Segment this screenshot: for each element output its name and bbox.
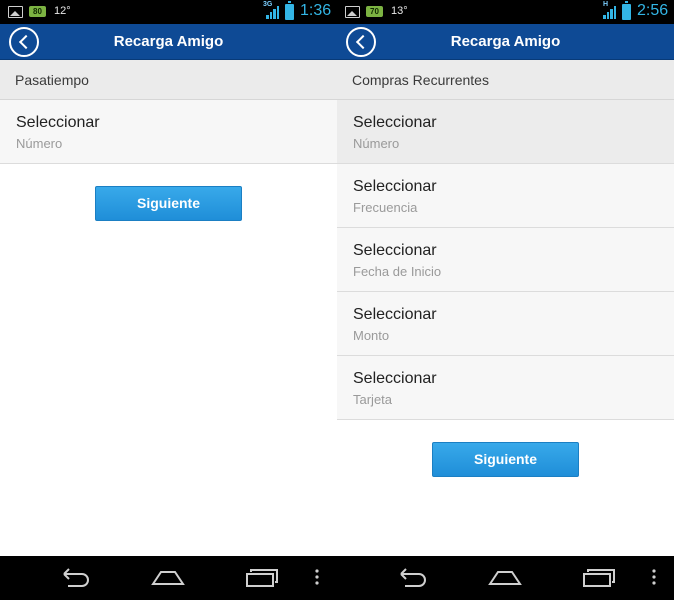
battery-icon — [285, 1, 294, 20]
select-row-fecha-inicio[interactable]: Seleccionar Fecha de Inicio — [337, 228, 674, 292]
row-label: Seleccionar — [353, 306, 437, 323]
app-header: Recarga Amigo — [337, 24, 674, 60]
row-sublabel: Fecha de Inicio — [353, 264, 442, 279]
battery-badge-icon: 70 — [366, 6, 383, 17]
screen-pasatiempo: 80 12° 3G 1:36 Recarga Amigo Pasatiempo … — [0, 0, 337, 600]
image-icon — [345, 6, 360, 18]
page-title: Recarga Amigo — [450, 33, 561, 50]
section-header: Pasatiempo — [0, 60, 337, 100]
row-sublabel: Tarjeta — [353, 392, 393, 407]
page-title: Recarga Amigo — [113, 33, 224, 50]
nav-home-icon[interactable] — [488, 566, 522, 588]
row-label: Seleccionar — [16, 114, 100, 131]
next-button[interactable]: Siguiente — [432, 442, 579, 477]
status-bar: 80 12° 3G 1:36 — [0, 0, 337, 24]
row-label: Seleccionar — [353, 114, 437, 131]
navigation-bar — [337, 556, 674, 600]
select-row-numero[interactable]: Seleccionar Número — [0, 100, 337, 164]
clock: 1:36 — [300, 2, 332, 19]
status-bar: 70 13° H 2:56 — [337, 0, 674, 24]
nav-back-icon[interactable] — [58, 566, 92, 588]
signal-icon — [266, 5, 280, 19]
navigation-bar — [0, 556, 337, 600]
nav-menu-icon[interactable] — [649, 566, 659, 588]
battery-icon — [622, 1, 631, 20]
clock: 2:56 — [637, 2, 669, 19]
nav-recents-icon[interactable] — [582, 566, 616, 588]
next-button[interactable]: Siguiente — [95, 186, 242, 221]
nav-menu-icon[interactable] — [312, 566, 322, 588]
row-sublabel: Número — [16, 136, 63, 151]
row-sublabel: Monto — [353, 328, 390, 343]
temperature: 13° — [391, 5, 408, 17]
section-header: Compras Recurrentes — [337, 60, 674, 100]
temperature: 12° — [54, 5, 71, 17]
app-header: Recarga Amigo — [0, 24, 337, 60]
row-sublabel: Número — [353, 136, 400, 151]
row-sublabel: Frecuencia — [353, 200, 418, 215]
row-label: Seleccionar — [353, 242, 437, 259]
nav-home-icon[interactable] — [151, 566, 185, 588]
select-row-tarjeta[interactable]: Seleccionar Tarjeta — [337, 356, 674, 420]
nav-recents-icon[interactable] — [245, 566, 279, 588]
select-row-numero[interactable]: Seleccionar Número — [337, 100, 674, 164]
signal-icon — [603, 5, 617, 19]
select-row-monto[interactable]: Seleccionar Monto — [337, 292, 674, 356]
battery-badge-icon: 80 — [29, 6, 46, 17]
screen-compras-recurrentes: 70 13° H 2:56 Recarga Amigo Compras Recu… — [337, 0, 674, 600]
row-label: Seleccionar — [353, 178, 437, 195]
image-icon — [8, 6, 23, 18]
select-row-frecuencia[interactable]: Seleccionar Frecuencia — [337, 164, 674, 228]
row-label: Seleccionar — [353, 370, 437, 387]
nav-back-icon[interactable] — [395, 566, 429, 588]
